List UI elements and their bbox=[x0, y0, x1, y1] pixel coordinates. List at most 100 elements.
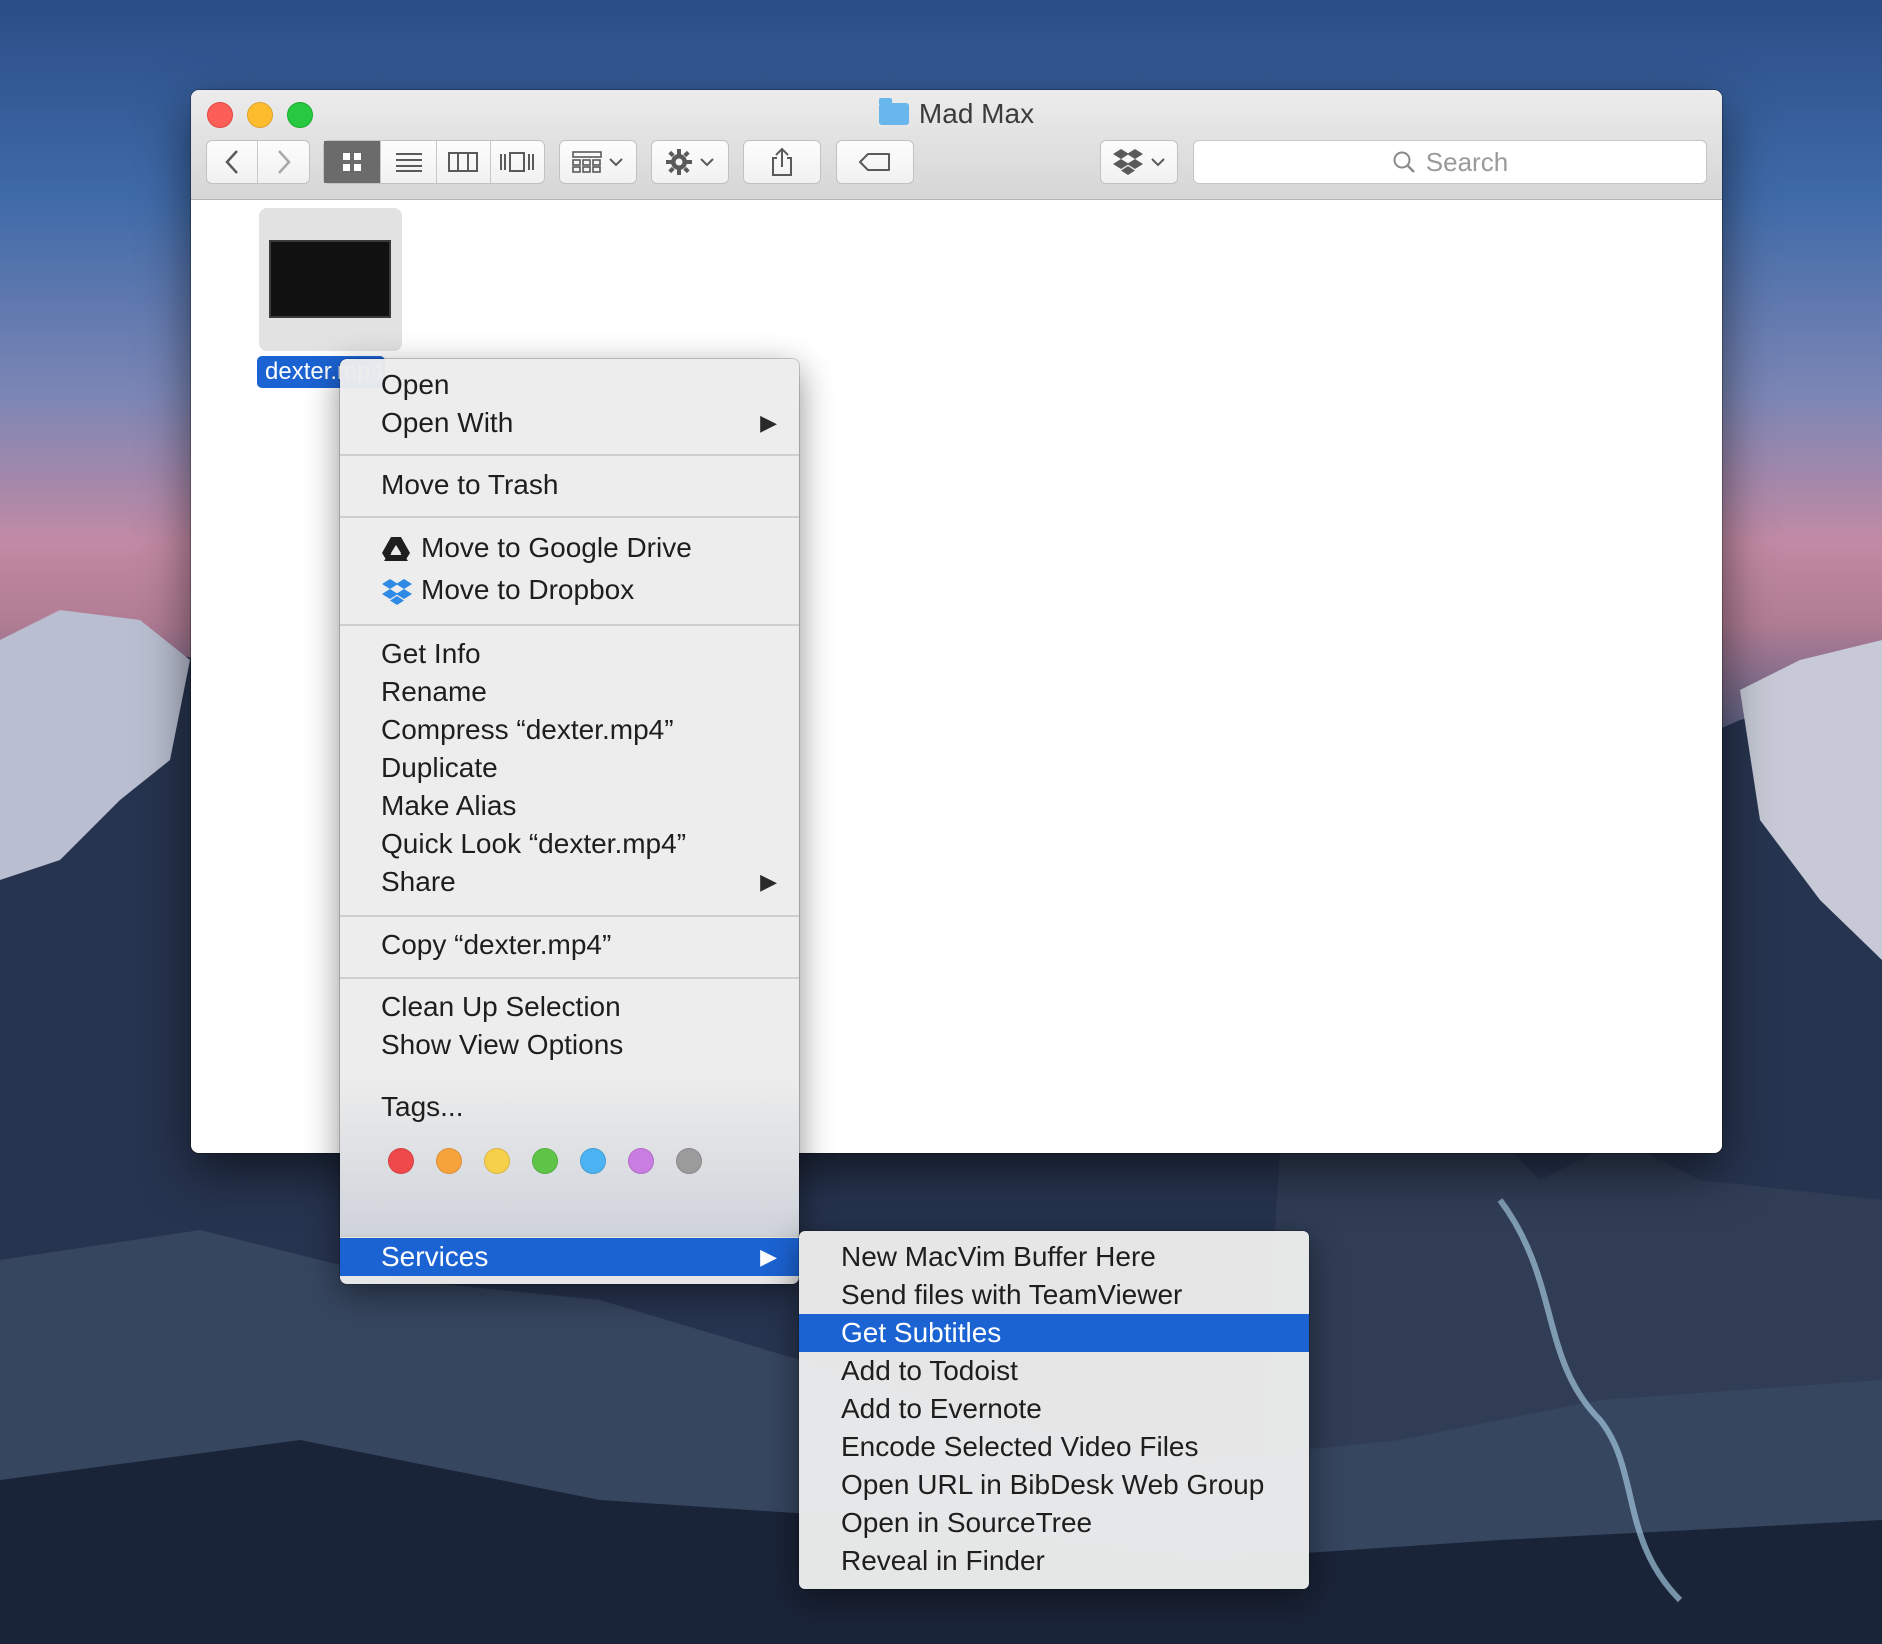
menu-item-label: Services bbox=[381, 1241, 489, 1272]
menu-item-label: Send files with TeamViewer bbox=[841, 1279, 1183, 1310]
menu-item-clean-up-selection[interactable]: Clean Up Selection bbox=[340, 988, 799, 1026]
menu-item-rename[interactable]: Rename bbox=[340, 673, 799, 711]
menu-item-duplicate[interactable]: Duplicate bbox=[340, 749, 799, 787]
back-forward-control bbox=[206, 140, 310, 184]
service-item-open-sourcetree[interactable]: Open in SourceTree bbox=[799, 1504, 1309, 1542]
menu-separator bbox=[340, 516, 799, 518]
arrange-grid-icon bbox=[572, 151, 602, 173]
chevron-down-icon bbox=[700, 158, 714, 167]
menu-item-tags[interactable]: Tags... bbox=[340, 1088, 799, 1126]
file-icon-dexter-mp4[interactable] bbox=[259, 208, 402, 351]
search-placeholder: Search bbox=[1425, 146, 1509, 177]
chevron-down-icon bbox=[609, 158, 623, 167]
menu-item-label: Copy “dexter.mp4” bbox=[381, 929, 612, 960]
menu-item-copy[interactable]: Copy “dexter.mp4” bbox=[340, 926, 799, 964]
cover-flow-icon bbox=[500, 152, 535, 172]
menu-item-label: Open URL in BibDesk Web Group bbox=[841, 1469, 1265, 1500]
menu-separator bbox=[340, 977, 799, 979]
menu-item-label: Open bbox=[381, 369, 450, 400]
service-item-add-to-todoist[interactable]: Add to Todoist bbox=[799, 1352, 1309, 1390]
menu-item-open[interactable]: Open bbox=[340, 366, 799, 404]
service-item-encode-video[interactable]: Encode Selected Video Files bbox=[799, 1428, 1309, 1466]
menu-item-label: Add to Todoist bbox=[841, 1355, 1018, 1386]
menu-item-label: Make Alias bbox=[381, 790, 517, 821]
menu-item-make-alias[interactable]: Make Alias bbox=[340, 787, 799, 825]
arrange-button[interactable] bbox=[559, 140, 637, 184]
menu-item-label: Show View Options bbox=[381, 1029, 624, 1060]
menu-item-label: Move to Trash bbox=[381, 469, 559, 500]
menu-item-open-with[interactable]: Open With ▶ bbox=[340, 404, 799, 442]
menu-item-label: Compress “dexter.mp4” bbox=[381, 714, 674, 745]
tag-icon bbox=[859, 153, 890, 171]
tag-color-gray[interactable] bbox=[676, 1148, 702, 1174]
menu-item-services[interactable]: Services ▶ bbox=[340, 1238, 799, 1276]
menu-item-quick-look[interactable]: Quick Look “dexter.mp4” bbox=[340, 825, 799, 863]
icon-view-icon bbox=[343, 153, 362, 171]
menu-item-label: Encode Selected Video Files bbox=[841, 1431, 1199, 1462]
column-view-button[interactable] bbox=[437, 141, 491, 183]
menu-item-label: Duplicate bbox=[381, 752, 498, 783]
menu-separator bbox=[340, 624, 799, 626]
menu-item-label: Tags... bbox=[381, 1091, 464, 1122]
tag-color-red[interactable] bbox=[388, 1148, 414, 1174]
menu-item-label: Move to Google Drive bbox=[421, 532, 692, 563]
menu-item-label: Move to Dropbox bbox=[421, 574, 635, 605]
gear-icon bbox=[666, 149, 692, 175]
tag-color-green[interactable] bbox=[532, 1148, 558, 1174]
menu-item-label: Clean Up Selection bbox=[381, 991, 621, 1022]
dropbox-icon bbox=[1113, 149, 1143, 175]
menu-item-label: Open in SourceTree bbox=[841, 1507, 1093, 1538]
service-item-new-macvim-buffer[interactable]: New MacVim Buffer Here bbox=[799, 1238, 1309, 1276]
menu-item-move-to-google-drive[interactable]: Move to Google Drive bbox=[340, 529, 799, 567]
search-field[interactable]: Search bbox=[1193, 140, 1707, 184]
chevron-down-icon bbox=[1151, 158, 1165, 167]
back-button[interactable] bbox=[207, 141, 259, 183]
menu-separator bbox=[340, 454, 799, 456]
list-view-button[interactable] bbox=[381, 141, 437, 183]
share-button[interactable] bbox=[743, 140, 821, 184]
action-button[interactable] bbox=[651, 140, 729, 184]
video-thumbnail bbox=[269, 240, 391, 318]
menu-item-get-info[interactable]: Get Info bbox=[340, 635, 799, 673]
window-title: Mad Max bbox=[191, 98, 1722, 130]
services-submenu: New MacVim Buffer Here Send files with T… bbox=[799, 1231, 1309, 1589]
window-title-text: Mad Max bbox=[918, 98, 1035, 129]
icon-view-button[interactable] bbox=[324, 141, 382, 183]
tag-color-orange[interactable] bbox=[436, 1148, 462, 1174]
service-item-open-url-bibdesk[interactable]: Open URL in BibDesk Web Group bbox=[799, 1466, 1309, 1504]
service-item-get-subtitles[interactable]: Get Subtitles bbox=[799, 1314, 1309, 1352]
menu-item-label: Quick Look “dexter.mp4” bbox=[381, 828, 687, 859]
google-drive-icon bbox=[382, 537, 410, 561]
menu-item-move-to-trash[interactable]: Move to Trash bbox=[340, 466, 799, 504]
service-item-reveal-in-finder[interactable]: Reveal in Finder bbox=[799, 1542, 1309, 1580]
menu-item-move-to-dropbox[interactable]: Move to Dropbox bbox=[340, 571, 799, 609]
tags-button[interactable] bbox=[836, 140, 914, 184]
service-item-send-teamviewer[interactable]: Send files with TeamViewer bbox=[799, 1276, 1309, 1314]
cover-flow-view-button[interactable] bbox=[491, 141, 545, 183]
menu-item-label: Get Info bbox=[381, 638, 481, 669]
menu-item-label: Rename bbox=[381, 676, 487, 707]
menu-item-label: New MacVim Buffer Here bbox=[841, 1241, 1156, 1272]
search-icon bbox=[1393, 151, 1415, 173]
tag-color-yellow[interactable] bbox=[484, 1148, 510, 1174]
menu-item-label: Reveal in Finder bbox=[841, 1545, 1045, 1576]
tag-color-purple[interactable] bbox=[628, 1148, 654, 1174]
window-toolbar: Mad Max Search bbox=[191, 90, 1722, 200]
menu-item-show-view-options[interactable]: Show View Options bbox=[340, 1026, 799, 1064]
menu-item-compress[interactable]: Compress “dexter.mp4” bbox=[340, 711, 799, 749]
forward-button[interactable] bbox=[258, 141, 309, 183]
tag-color-blue[interactable] bbox=[580, 1148, 606, 1174]
chevron-left-icon bbox=[225, 150, 238, 174]
menu-item-share[interactable]: Share ▶ bbox=[340, 863, 799, 901]
context-menu: Open Open With ▶ Move to Trash Move to Go… bbox=[340, 359, 799, 1284]
menu-item-label: Open With bbox=[381, 407, 514, 438]
menu-separator bbox=[340, 1235, 799, 1237]
service-item-add-to-evernote[interactable]: Add to Evernote bbox=[799, 1390, 1309, 1428]
menu-item-label: Share bbox=[381, 866, 456, 897]
dropbox-button[interactable] bbox=[1100, 140, 1178, 184]
dropbox-icon bbox=[382, 579, 412, 605]
folder-icon bbox=[878, 98, 909, 125]
column-view-icon bbox=[448, 152, 479, 172]
share-icon bbox=[772, 147, 792, 176]
menu-item-label: Get Subtitles bbox=[841, 1317, 1002, 1348]
